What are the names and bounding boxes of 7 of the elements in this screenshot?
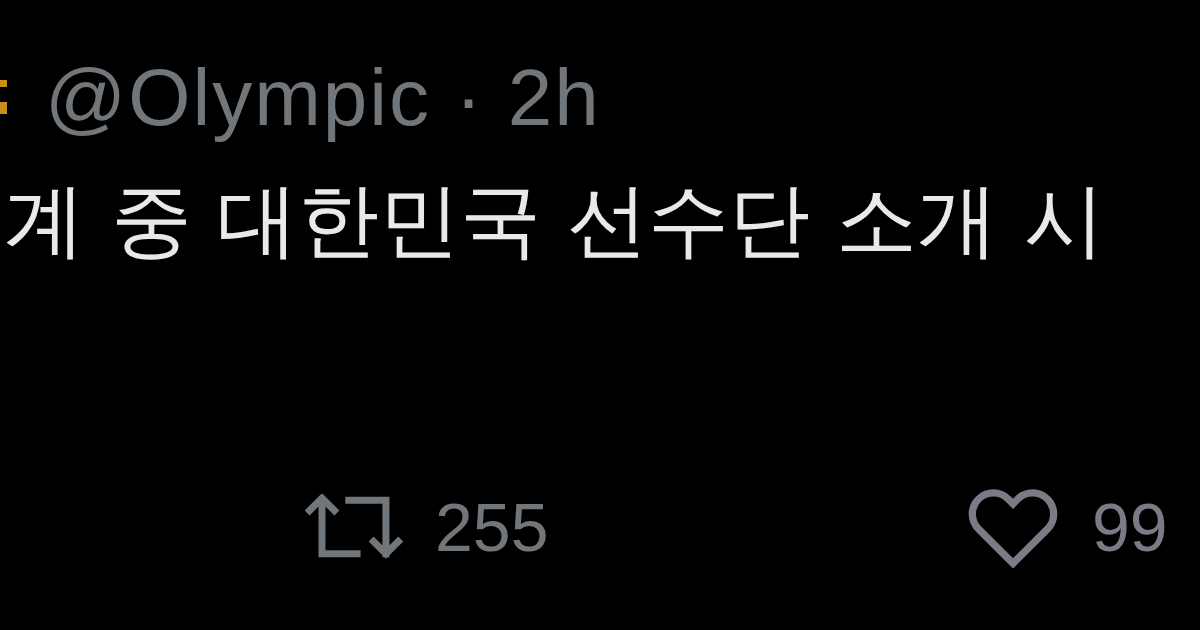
retweet-button[interactable]: 255 — [303, 488, 549, 566]
post-text: 계 중 대한민국 선수단 소개 시 — [3, 172, 1106, 268]
post-time: 2h — [507, 58, 601, 138]
heart-icon — [968, 486, 1058, 568]
like-button[interactable]: 99 — [968, 486, 1168, 568]
separator: · — [455, 58, 484, 138]
badge-icon — [0, 80, 7, 116]
